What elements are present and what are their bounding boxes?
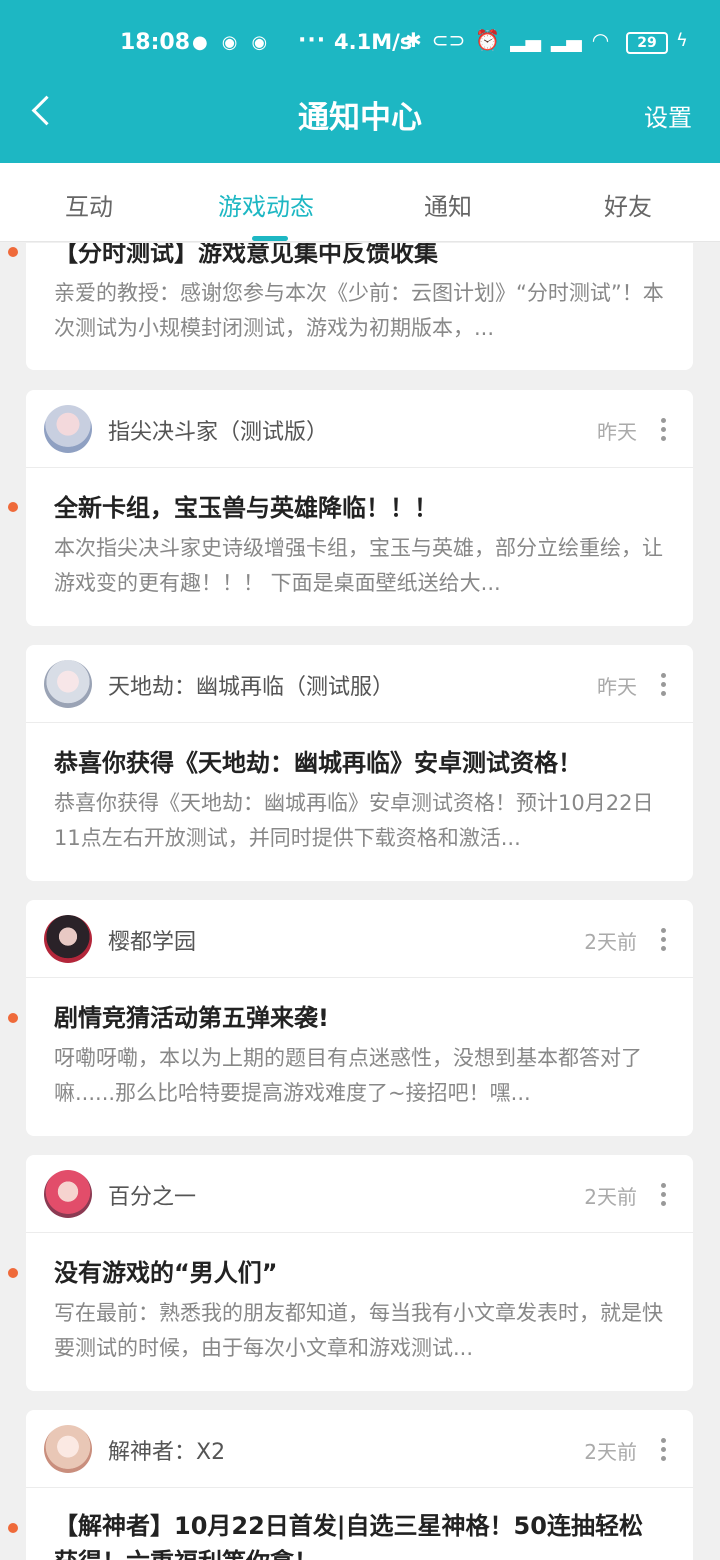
notification-card[interactable]: 樱都学园 2天前 剧情竞猜活动第五弹来袭! 呀嘞呀嘞，本以为上期的题目有点迷惑性… [26,900,693,1136]
more-notifications-icon: ··· [298,28,327,53]
notification-card[interactable]: 解神者：X2 2天前 【解神者】10月22日首发|自选三星神格！50连抽轻松获得… [26,1410,693,1560]
signal-icon: ▂▄ [550,28,582,52]
unread-dot [8,247,18,257]
notification-card[interactable]: 【分时测试】游戏意见集中反馈收集 亲爱的教授：感谢您参与本次《少前：云图计划》“… [26,243,693,370]
card-header: 天地劫：幽城再临（测试服） 昨天 [26,645,693,723]
signal-icon: ▂▄ [510,28,541,52]
card-summary: 恭喜你获得《天地劫：幽城再临》安卓测试资格！预计10月22日11点左右开放测试，… [54,791,654,850]
unread-dot [8,502,18,512]
avatar [44,915,92,963]
tab-interaction[interactable]: 互动 [65,187,113,222]
system-icons: ✱ ⊂⊃ ⏰ ▂▄ ▂▄ ◠ [405,28,609,52]
qq-icon: ◉ [221,32,238,53]
unread-dot [8,1268,18,1278]
notification-card[interactable]: 指尖决斗家（测试版） 昨天 全新卡组，宝玉兽与英雄降临！！！ 本次指尖决斗家史诗… [26,390,693,626]
card-summary: 亲爱的教授：感谢您参与本次《少前：云图计划》“分时测试”！本次测试为小规模封闭测… [54,281,664,340]
card-title: 【解神者】10月22日首发|自选三星神格！50连抽轻松获得！六重福利等你拿！ [54,1512,643,1560]
notification-card[interactable]: 百分之一 2天前 没有游戏的“男人们” 写在最前：熟悉我的朋友都知道，每当我有小… [26,1155,693,1391]
avatar [44,405,92,453]
unread-dot [8,1013,18,1023]
toggle-icon: ⊂⊃ [431,28,466,52]
bluetooth-icon: ✱ [405,28,422,52]
card-header: 解神者：X2 2天前 [26,1410,693,1488]
card-title: 【分时测试】游戏意见集中反馈收集 [54,243,438,267]
settings-button[interactable]: 设置 [644,98,692,133]
status-bar: 18:08 ● ◉ ◉ ··· 4.1M/s ✱ ⊂⊃ ⏰ ▂▄ ▂▄ ◠ 29… [0,0,720,86]
card-time: 2天前 [584,1185,637,1209]
more-vertical-icon[interactable] [655,1183,671,1207]
card-time: 2天前 [584,930,637,954]
wifi-icon: ◠ [591,28,610,52]
card-source: 解神者：X2 [108,1440,226,1465]
top-bar: 18:08 ● ◉ ◉ ··· 4.1M/s ✱ ⊂⊃ ⏰ ▂▄ ▂▄ ◠ 29… [0,0,720,163]
card-header: 百分之一 2天前 [26,1155,693,1233]
battery-icon: 29 [626,32,668,54]
more-vertical-icon[interactable] [655,418,671,442]
card-title: 全新卡组，宝玉兽与英雄降临！！！ [54,494,438,522]
card-header: 指尖决斗家（测试版） 昨天 [26,390,693,468]
notification-feed[interactable]: 【分时测试】游戏意见集中反馈收集 亲爱的教授：感谢您参与本次《少前：云图计划》“… [0,243,720,1560]
more-vertical-icon[interactable] [655,1438,671,1462]
active-tab-indicator [252,236,288,241]
app-notification-icon: ● [192,32,208,53]
card-title: 没有游戏的“男人们” [54,1259,278,1287]
card-summary: 本次指尖决斗家史诗级增强卡组，宝玉与英雄，部分立绘重绘，让游戏变的更有趣！！！ … [54,536,663,595]
qq-icon: ◉ [251,32,268,53]
more-vertical-icon[interactable] [655,673,671,697]
avatar [44,1170,92,1218]
card-source: 指尖决斗家（测试版） [108,420,329,445]
card-summary: 呀嘞呀嘞，本以为上期的题目有点迷惑性，没想到基本都答对了嘛......那么比哈特… [54,1046,642,1105]
tab-bar: 互动 游戏动态 通知 好友 [0,163,720,242]
avatar [44,1425,92,1473]
card-summary: 写在最前：熟悉我的朋友都知道，每当我有小文章发表时，就是快要测试的时候，由于每次… [54,1301,663,1360]
card-title: 恭喜你获得《天地劫：幽城再临》安卓测试资格！ [54,749,582,777]
notification-icons: ● ◉ ◉ [192,32,267,53]
unread-dot [8,1523,18,1533]
status-time: 18:08 [120,30,191,55]
tab-game-news[interactable]: 游戏动态 [218,187,314,222]
more-vertical-icon[interactable] [655,928,671,952]
tab-notice[interactable]: 通知 [424,187,472,222]
card-source: 百分之一 [108,1185,197,1210]
card-time: 昨天 [597,675,637,699]
card-time: 昨天 [597,420,637,444]
card-header: 樱都学园 2天前 [26,900,693,978]
charging-icon: ϟ [676,30,688,51]
card-title: 剧情竞猜活动第五弹来袭! [54,1004,329,1032]
card-source: 天地劫：幽城再临（测试服） [108,675,395,700]
notification-card[interactable]: 天地劫：幽城再临（测试服） 昨天 恭喜你获得《天地劫：幽城再临》安卓测试资格！ … [26,645,693,881]
card-source: 樱都学园 [108,930,197,955]
tab-friends[interactable]: 好友 [604,187,652,222]
nav-bar: 通知中心 设置 [0,86,720,163]
card-time: 2天前 [584,1440,637,1464]
network-speed: 4.1M/s [334,30,413,54]
alarm-icon: ⏰ [475,28,501,52]
page-title: 通知中心 [298,100,422,136]
avatar [44,660,92,708]
